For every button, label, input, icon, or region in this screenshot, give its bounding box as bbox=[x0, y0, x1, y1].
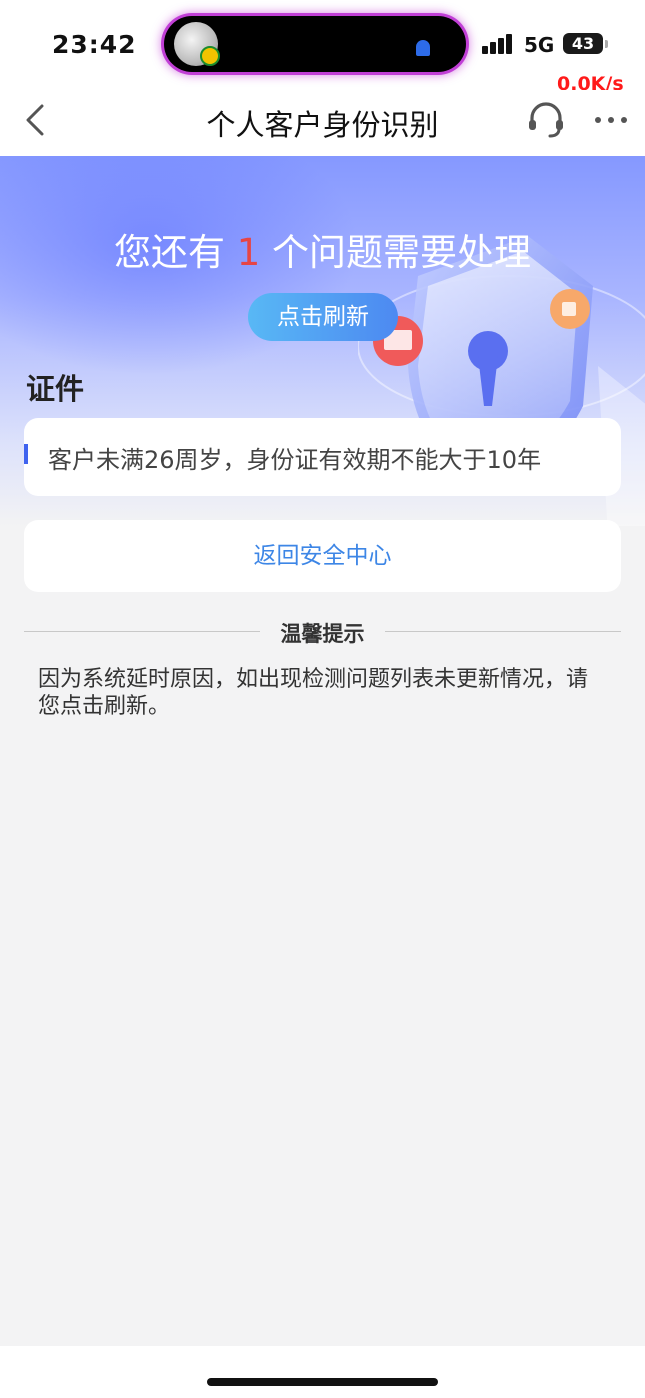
activity-indicator-icon bbox=[416, 40, 430, 56]
section-label-documents: 证件 bbox=[26, 372, 85, 406]
more-button[interactable] bbox=[594, 108, 628, 132]
battery-cap bbox=[605, 40, 608, 48]
issue-accent-bar bbox=[24, 444, 28, 464]
home-indicator[interactable] bbox=[207, 1378, 438, 1386]
screen: 23:42 5G 43 0.0K/s 个人客户身份识别 您还有 1 个问题需要处… bbox=[0, 0, 645, 1398]
status-time: 23:42 bbox=[52, 30, 137, 59]
nav-bar: 个人客户身份识别 bbox=[0, 90, 645, 156]
tips-text: 因为系统延时原因，如出现检测问题列表未更新情况，请您点击刷新。 bbox=[38, 667, 589, 719]
tips-title: 温馨提示 bbox=[280, 622, 365, 646]
issue-card[interactable]: 客户未满26周岁，身份证有效期不能大于10年 bbox=[24, 418, 621, 496]
issue-count: 1 bbox=[236, 231, 261, 274]
cellular-signal-icon bbox=[482, 34, 516, 54]
return-security-center-button[interactable]: 返回安全中心 bbox=[24, 520, 621, 592]
refresh-button[interactable]: 点击刷新 bbox=[248, 293, 398, 341]
headset-icon bbox=[529, 102, 563, 138]
customer-service-button[interactable] bbox=[524, 98, 568, 142]
more-dots-icon bbox=[595, 117, 627, 123]
tips-divider: 温馨提示 bbox=[24, 614, 621, 650]
battery-icon: 43 bbox=[563, 33, 603, 54]
bottom-safe-area bbox=[0, 1346, 645, 1398]
activity-badge-icon bbox=[200, 46, 220, 66]
issue-text: 客户未满26周岁，身份证有效期不能大于10年 bbox=[48, 446, 542, 474]
status-bar: 23:42 5G 43 0.0K/s bbox=[0, 0, 645, 95]
network-type: 5G bbox=[524, 33, 555, 57]
dynamic-island[interactable] bbox=[164, 16, 466, 72]
heading-suffix: 个问题需要处理 bbox=[272, 231, 532, 274]
issue-summary-heading: 您还有 1 个问题需要处理 bbox=[0, 222, 645, 276]
heading-prefix: 您还有 bbox=[113, 231, 225, 274]
